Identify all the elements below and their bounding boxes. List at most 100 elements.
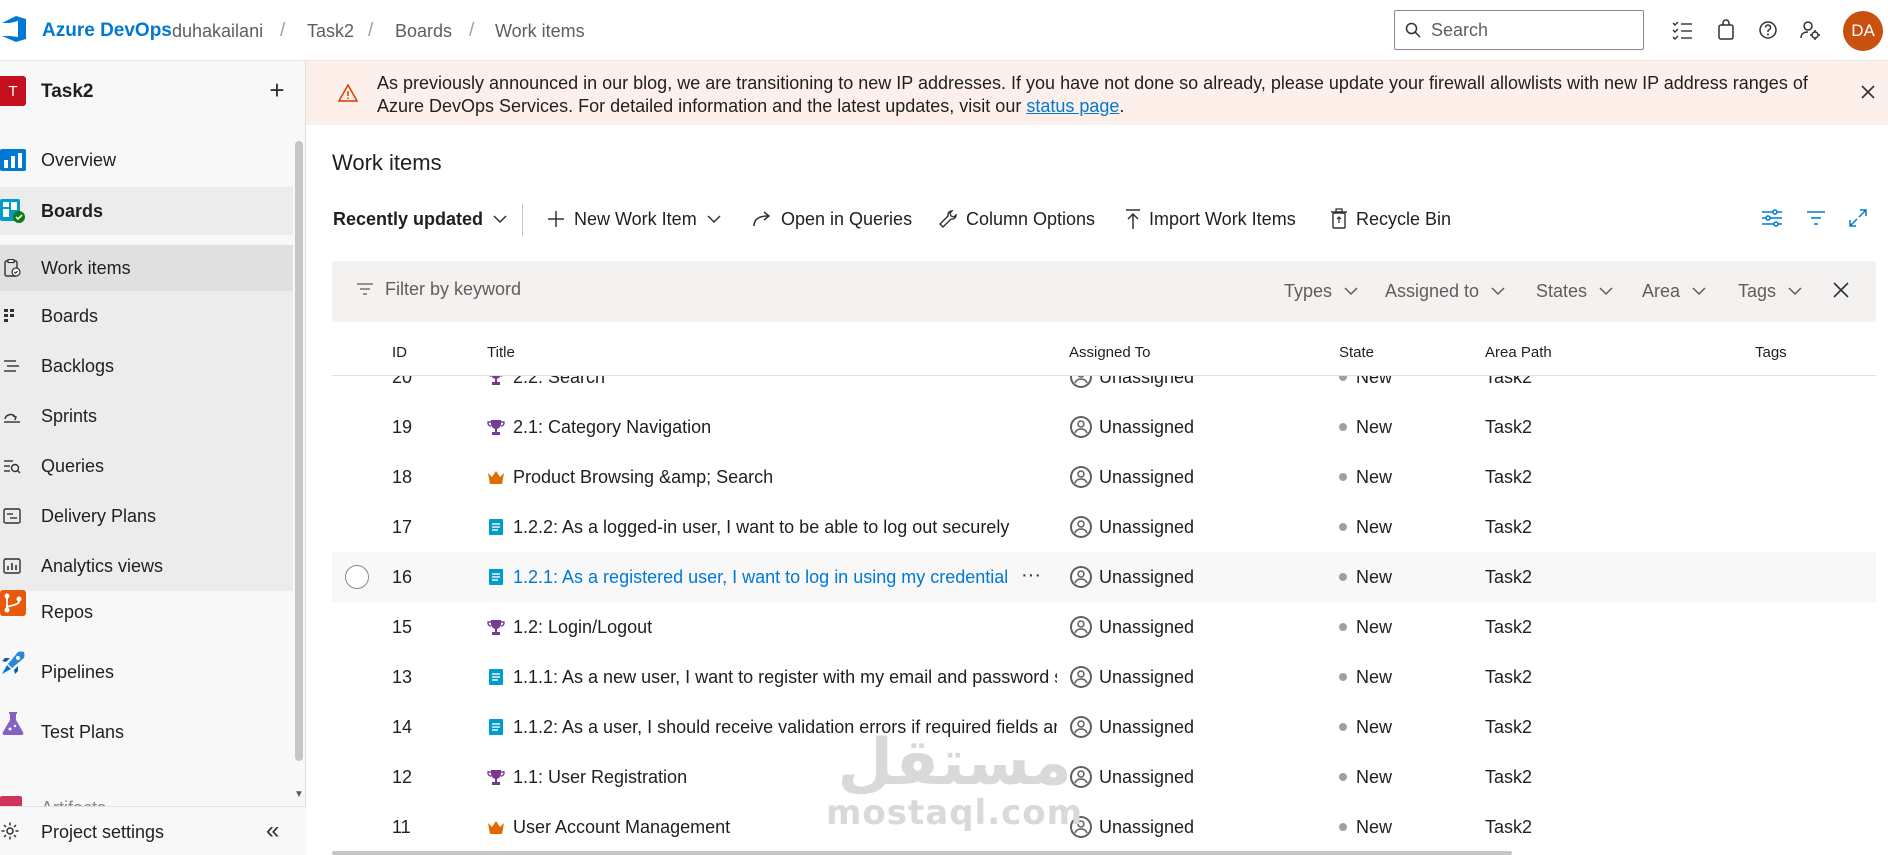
table-row[interactable]: 12 1.1: User Registration Unassigned New Tas… bbox=[332, 752, 1876, 802]
sidebar-item-overview[interactable]: Overview bbox=[0, 136, 293, 184]
azure-devops-logo-icon[interactable] bbox=[0, 14, 28, 44]
sidebar: T Task2 + Overview Boards Work items Boa… bbox=[0, 61, 306, 855]
sidebar-item-sprints[interactable]: Sprints bbox=[0, 391, 293, 441]
cell-assigned-to: Unassigned bbox=[1069, 502, 1319, 552]
sidebar-scrollbar[interactable] bbox=[295, 141, 303, 761]
cell-title[interactable]: 1.1.1: As a new user, I want to register… bbox=[487, 652, 1057, 702]
cell-title[interactable]: Product Browsing &amp; Search bbox=[487, 452, 1057, 502]
user-story-icon bbox=[487, 668, 505, 686]
work-item-title: Product Browsing &amp; Search bbox=[513, 466, 774, 487]
cell-state: New bbox=[1339, 652, 1469, 702]
work-items-icon bbox=[4, 259, 21, 277]
table-row[interactable]: 15 1.2: Login/Logout Unassigned New Task2 bbox=[332, 602, 1876, 652]
import-work-items-button[interactable]: Import Work Items bbox=[1125, 206, 1296, 232]
table-row[interactable]: 18 Product Browsing &amp; Search Unassigne… bbox=[332, 452, 1876, 502]
chevron-down-icon bbox=[1692, 287, 1706, 296]
search-input[interactable] bbox=[1431, 19, 1631, 41]
column-header-id[interactable]: ID bbox=[392, 344, 407, 361]
user-story-icon bbox=[487, 518, 505, 536]
chevron-down-icon[interactable] bbox=[707, 214, 721, 224]
task-list-icon[interactable] bbox=[1671, 19, 1693, 41]
cell-id: 15 bbox=[392, 616, 413, 637]
sidebar-item-boards[interactable]: Boards bbox=[0, 187, 293, 235]
table-row[interactable]: 14 1.1.2: As a user, I should receive val… bbox=[332, 702, 1876, 752]
sidebar-item-backlogs[interactable]: Backlogs bbox=[0, 341, 293, 391]
view-selector[interactable]: Recently updated bbox=[333, 206, 507, 232]
scroll-down-icon[interactable]: ▼ bbox=[294, 789, 304, 800]
cell-state: New bbox=[1339, 552, 1469, 602]
recycle-bin-button[interactable]: Recycle Bin bbox=[1330, 206, 1451, 232]
table-row[interactable]: 16 1.2.1: As a registered user, I want to… bbox=[332, 552, 1876, 602]
breadcrumb-work-items[interactable]: Work items bbox=[495, 21, 585, 42]
marketplace-bag-icon[interactable] bbox=[1715, 19, 1737, 41]
assigned-to-label: Unassigned bbox=[1099, 466, 1195, 487]
fullscreen-icon[interactable] bbox=[1846, 206, 1870, 230]
project-settings[interactable]: Project settings « bbox=[0, 806, 306, 855]
column-header-tags[interactable]: Tags bbox=[1755, 344, 1787, 361]
upload-icon bbox=[1126, 209, 1140, 229]
breadcrumb-project[interactable]: Task2 bbox=[307, 21, 354, 42]
cell-title[interactable]: 2.2: Search bbox=[487, 376, 1057, 402]
sidebar-item-boards-sub[interactable]: Boards bbox=[0, 291, 293, 341]
work-item-title: 2.2: Search bbox=[513, 376, 606, 387]
chevron-down-icon bbox=[493, 214, 507, 223]
column-options-button[interactable]: Column Options bbox=[938, 206, 1095, 232]
column-header-state[interactable]: State bbox=[1339, 344, 1374, 361]
cell-title[interactable]: 1.2.1: As a registered user, I want to l… bbox=[487, 552, 1007, 602]
add-icon[interactable]: + bbox=[265, 75, 289, 106]
unassigned-avatar-icon bbox=[1069, 515, 1093, 539]
filter-area-dropdown[interactable]: Area bbox=[1642, 281, 1706, 302]
filter-assigned-dropdown[interactable]: Assigned to bbox=[1385, 281, 1505, 302]
open-in-queries-button[interactable]: Open in Queries bbox=[751, 206, 912, 232]
close-icon[interactable] bbox=[1858, 82, 1878, 102]
filter-keyword-input[interactable] bbox=[385, 279, 985, 300]
work-item-link[interactable]: 1.2.1: As a registered user, I want to l… bbox=[513, 567, 1007, 588]
row-select-checkbox[interactable] bbox=[345, 565, 369, 589]
column-header-area-path[interactable]: Area Path bbox=[1485, 344, 1552, 361]
cell-title[interactable]: 2.1: Category Navigation bbox=[487, 402, 1057, 452]
assigned-to-label: Unassigned bbox=[1099, 716, 1195, 737]
cell-title[interactable]: 1.2.2: As a logged-in user, I want to be… bbox=[487, 502, 1057, 552]
sidebar-item-queries[interactable]: Queries bbox=[0, 441, 293, 491]
breadcrumb-organization[interactable]: duhakailani bbox=[172, 21, 263, 42]
cell-area-path: Task2 bbox=[1485, 716, 1533, 737]
table-row[interactable]: 19 2.1: Category Navigation Unassigned New T… bbox=[332, 402, 1876, 452]
assigned-to-label: Unassigned bbox=[1099, 376, 1195, 387]
sidebar-item-analytics-views[interactable]: Analytics views bbox=[0, 541, 293, 591]
close-icon[interactable] bbox=[1832, 281, 1850, 299]
help-icon[interactable] bbox=[1757, 19, 1779, 41]
user-settings-icon[interactable] bbox=[1799, 19, 1821, 41]
table-row[interactable]: 13 1.1.1: As a new user, I want to regist… bbox=[332, 652, 1876, 702]
horizontal-scrollbar[interactable] bbox=[332, 851, 1512, 855]
cell-title[interactable]: 1.2: Login/Logout bbox=[487, 602, 1057, 652]
unassigned-avatar-icon bbox=[1069, 765, 1093, 789]
more-actions-icon[interactable]: ··· bbox=[1021, 564, 1041, 587]
cell-area-path: Task2 bbox=[1485, 766, 1533, 787]
cell-title[interactable]: 1.1: User Registration bbox=[487, 752, 1057, 802]
avatar[interactable]: DA bbox=[1843, 11, 1883, 51]
brand-name[interactable]: Azure DevOps bbox=[42, 20, 172, 42]
table-row[interactable]: 11 User Account Management Unassigned New Ta… bbox=[332, 802, 1876, 852]
breadcrumb-boards[interactable]: Boards bbox=[395, 21, 452, 42]
filter-tags-dropdown[interactable]: Tags bbox=[1738, 281, 1802, 302]
new-work-item-button[interactable]: New Work Item bbox=[546, 206, 721, 232]
filter-types-dropdown[interactable]: Types bbox=[1284, 281, 1358, 302]
status-page-link[interactable]: status page bbox=[1026, 96, 1119, 116]
sidebar-item-delivery-plans[interactable]: Delivery Plans bbox=[0, 491, 293, 541]
project-header[interactable]: T Task2 + bbox=[0, 73, 300, 113]
table-row[interactable]: 17 1.2.2: As a logged-in user, I want to … bbox=[332, 502, 1876, 552]
table-row[interactable]: 20 2.2: Search Unassigned New Task2 bbox=[332, 376, 1876, 402]
cell-title[interactable]: User Account Management bbox=[487, 802, 1057, 852]
filter-states-dropdown[interactable]: States bbox=[1536, 281, 1613, 302]
sidebar-item-work-items[interactable]: Work items bbox=[0, 245, 293, 291]
search-box[interactable] bbox=[1394, 10, 1644, 50]
cell-title[interactable]: 1.1.2: As a user, I should receive valid… bbox=[487, 702, 1057, 752]
filter-icon[interactable] bbox=[1804, 206, 1828, 230]
collapse-sidebar-icon[interactable]: « bbox=[266, 817, 279, 845]
column-header-assigned-to[interactable]: Assigned To bbox=[1069, 344, 1150, 361]
state-dot-icon bbox=[1339, 523, 1347, 531]
view-options-icon[interactable] bbox=[1760, 206, 1784, 230]
assigned-to-label: Unassigned bbox=[1099, 416, 1195, 437]
column-header-title[interactable]: Title bbox=[487, 344, 515, 361]
backlogs-icon bbox=[4, 360, 19, 372]
